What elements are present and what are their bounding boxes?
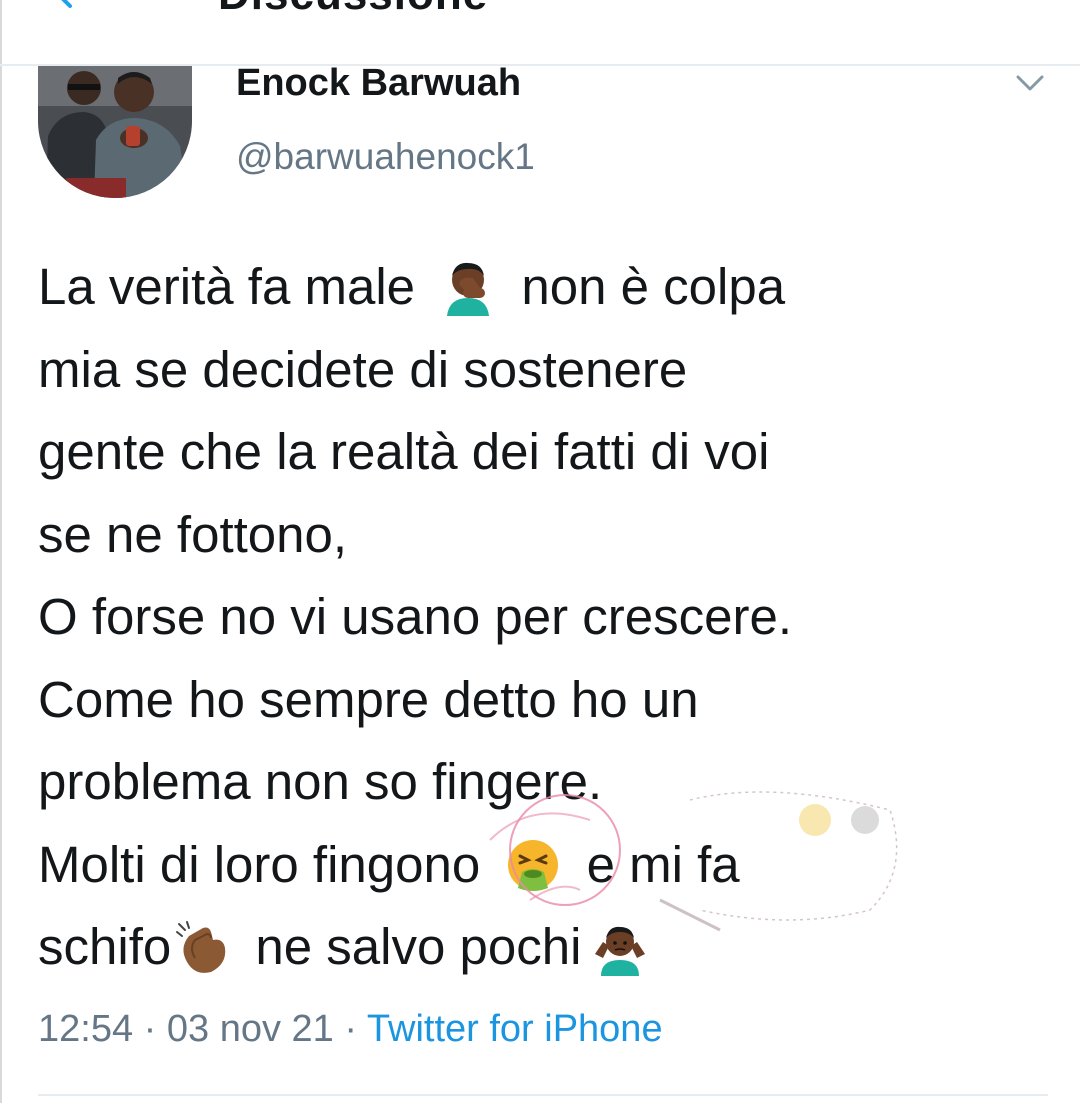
tweet-line: schifo ne salvo pochi [38, 906, 1068, 989]
clapping-hands-emoji [173, 918, 231, 976]
man-facepalming-emoji [439, 258, 497, 316]
tweet-text-segment: e mi fa [572, 835, 740, 893]
tweet-line: gente che la realtà dei fatti di voi [38, 423, 770, 480]
tweet-metadata: 12:54 · 03 nov 21 · Twitter for iPhone [38, 1008, 663, 1051]
tweet-text-segment: La verità fa male [38, 258, 430, 315]
tweet-line: La verità fa male non è colpa [38, 246, 1068, 329]
meta-separator: · [133, 1008, 167, 1050]
author-handle[interactable]: @barwuahenock1 [236, 136, 535, 178]
tweet-text: La verità fa male non è colpa mia se dec… [38, 246, 1068, 989]
left-edge-border [0, 0, 2, 1103]
arrow-left-icon[interactable] [52, 0, 92, 18]
tweet-text-segment: Molti di loro fingono [38, 835, 495, 893]
tweet-source-link[interactable]: Twitter for iPhone [367, 1008, 663, 1050]
tweet-line: Come ho sempre detto ho un [38, 670, 699, 728]
tweet-time[interactable]: 12:54 [38, 1008, 133, 1050]
tweet-line: mia se decidete di sostenere [38, 340, 688, 398]
tweet-line: se ne fottono, [38, 505, 348, 563]
tweet-text-segment: schifo [38, 918, 172, 975]
tweet-text-segment: ne salvo pochi [241, 918, 582, 975]
tweet-date[interactable]: 03 nov 21 [167, 1008, 334, 1050]
tweet-line: O forse no vi usano per crescere. [38, 588, 793, 645]
tweet-text-segment: non è colpa [507, 258, 786, 315]
man-shrugging-emoji [591, 918, 649, 976]
page-title: Discussione [218, 0, 488, 20]
meta-separator: · [333, 1008, 367, 1050]
avatar[interactable] [38, 66, 192, 198]
chevron-down-icon[interactable] [1010, 68, 1050, 98]
tweet-line: problema non so fingere. [38, 753, 603, 810]
divider [38, 1094, 1048, 1096]
face-vomiting-emoji [504, 836, 562, 894]
author-display-name[interactable]: Enock Barwuah [236, 62, 521, 105]
top-header: Discussione [0, 0, 1080, 66]
tweet-line: Molti di loro fingono e mi fa [38, 824, 1068, 907]
